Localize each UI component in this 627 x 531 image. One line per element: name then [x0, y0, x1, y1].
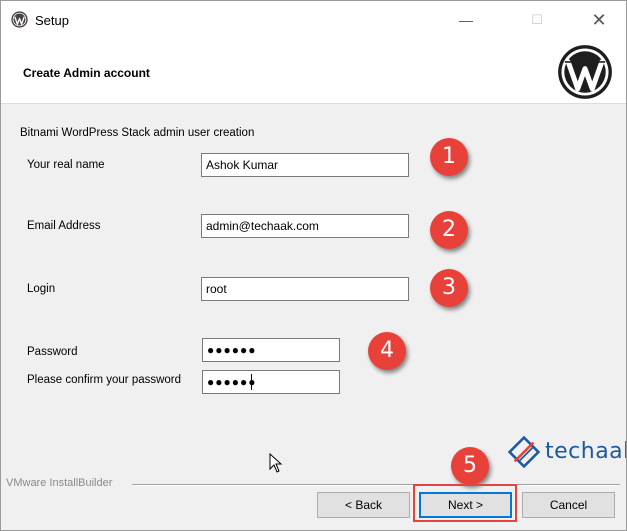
step-badge-4: 4 — [368, 332, 406, 370]
text-caret — [251, 374, 252, 390]
wordpress-icon — [11, 11, 28, 28]
maximize-button[interactable]: ☐ — [514, 1, 560, 39]
brand-text: techaak — [545, 439, 626, 464]
footer-divider — [132, 484, 620, 486]
password-label: Password — [27, 346, 78, 358]
step-badge-5: 5 — [451, 447, 489, 485]
cancel-button[interactable]: Cancel — [522, 492, 615, 518]
email-label: Email Address — [27, 220, 101, 232]
techaak-logo-icon — [507, 435, 541, 469]
section-label: Bitnami WordPress Stack admin user creat… — [20, 127, 255, 139]
step-badge-1: 1 — [430, 138, 468, 176]
minimize-button[interactable]: — — [443, 1, 489, 39]
login-input[interactable] — [201, 277, 409, 301]
mouse-pointer-icon — [269, 453, 283, 473]
close-button[interactable]: ✕ — [576, 1, 622, 39]
real-name-label: Your real name — [27, 159, 105, 171]
next-button-highlight — [413, 484, 517, 522]
back-button[interactable]: < Back — [317, 492, 410, 518]
page-header: Create Admin account — [1, 39, 626, 104]
confirm-password-label: Please confirm your password — [27, 374, 182, 386]
step-badge-3: 3 — [430, 269, 468, 307]
password-input[interactable] — [202, 338, 340, 362]
page-title: Create Admin account — [23, 66, 150, 80]
window-title: Setup — [35, 13, 69, 28]
title-bar: Setup — ☐ ✕ — [1, 1, 626, 39]
login-label: Login — [27, 283, 56, 295]
step-badge-2: 2 — [430, 211, 468, 249]
real-name-input[interactable] — [201, 153, 409, 177]
setup-window: Setup — ☐ ✕ Create Admin account Bitnami… — [0, 0, 627, 531]
confirm-password-input[interactable] — [202, 370, 340, 394]
vendor-label: VMware InstallBuilder — [6, 477, 113, 489]
email-input[interactable] — [201, 214, 409, 238]
wordpress-logo-icon — [558, 45, 612, 99]
